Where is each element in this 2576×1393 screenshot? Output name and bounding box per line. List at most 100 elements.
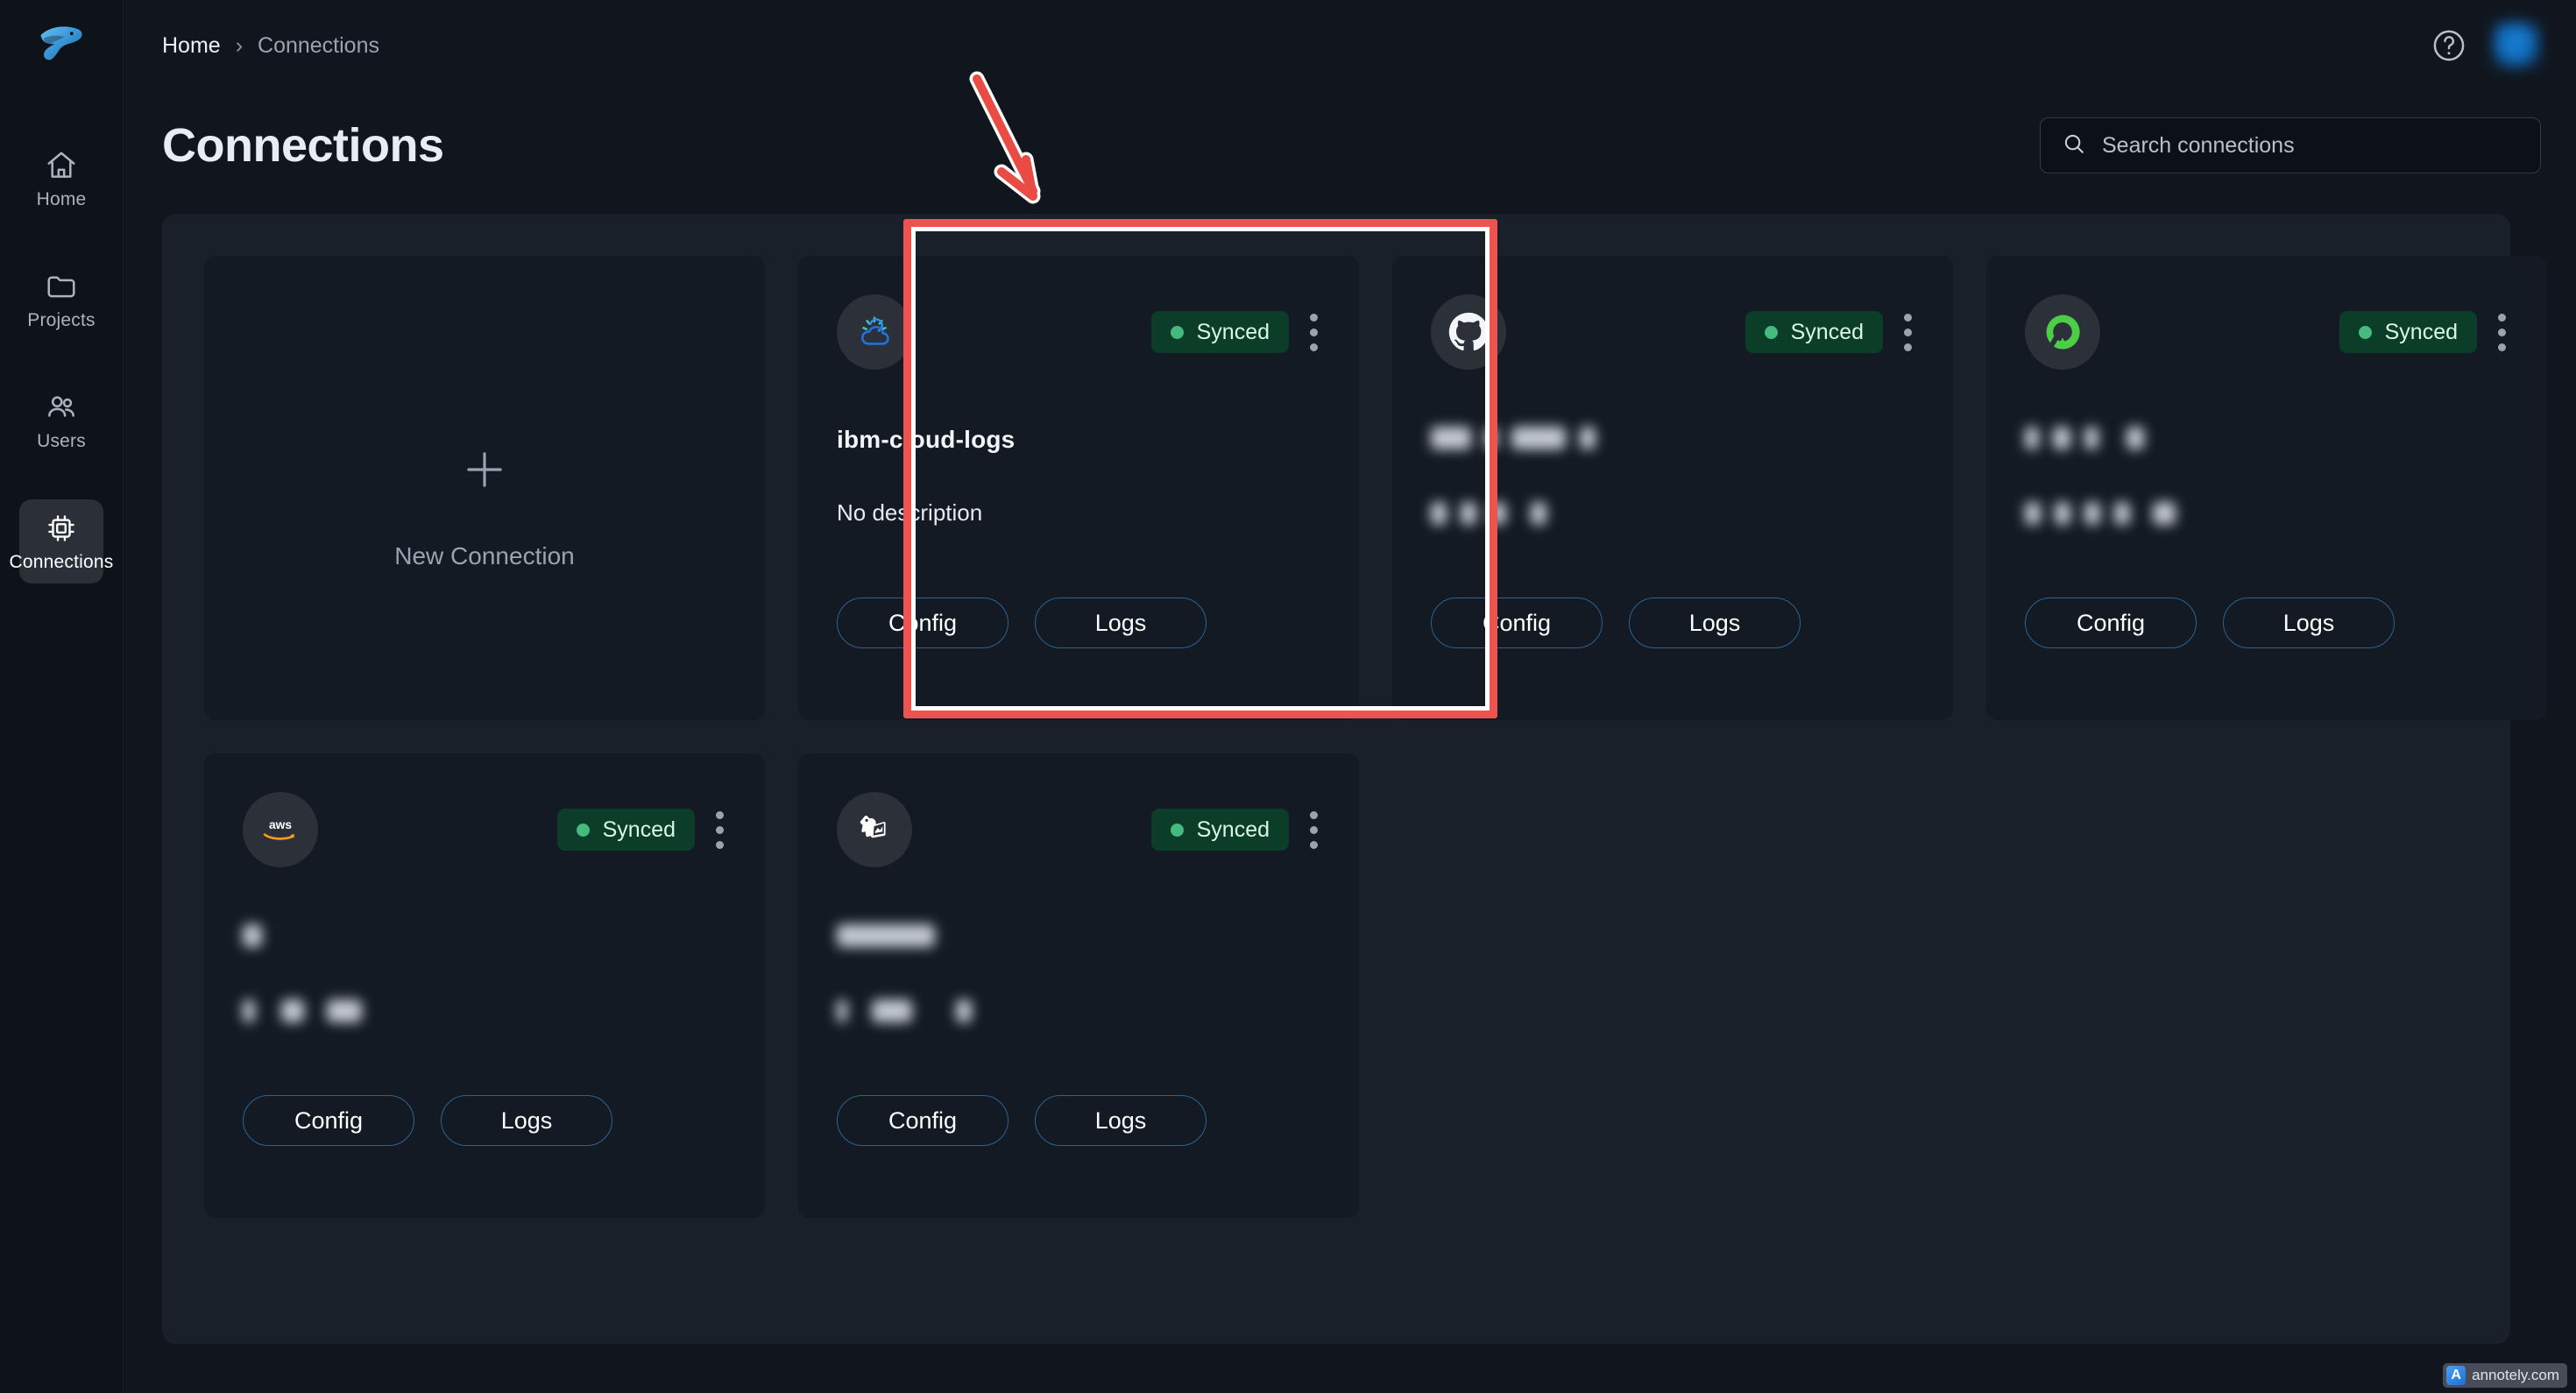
eagle-logo-icon[interactable] [31, 16, 92, 74]
card-actions: Config Logs [2025, 598, 2395, 648]
more-options-icon[interactable] [712, 807, 726, 852]
datadog-icon [837, 792, 912, 867]
card-header: Synced [2025, 294, 2509, 370]
config-button[interactable]: Config [837, 598, 1008, 648]
sidebar-item-label: Users [37, 431, 86, 451]
more-options-icon[interactable] [1306, 309, 1320, 355]
new-connection-label: New Connection [394, 542, 575, 569]
sidebar-item-label: Connections [9, 552, 114, 572]
sidebar-item-home[interactable]: Home [19, 137, 103, 221]
aws-icon: aws [243, 792, 318, 867]
breadcrumb-current: Connections [258, 32, 379, 58]
search-box[interactable] [2040, 117, 2541, 173]
card-header-actions: Synced [1150, 807, 1320, 852]
connection-card-ibm-cloud-logs[interactable]: Synced ibm-cloud-logs No description Con… [798, 256, 1359, 720]
topbar-actions [2431, 21, 2541, 70]
connection-name-redacted [243, 922, 726, 950]
app-root: Home Projects Users Connections Home › C… [0, 0, 2576, 1393]
card-actions: Config Logs [243, 1095, 612, 1146]
sidebar-item-projects[interactable]: Projects [19, 258, 103, 342]
help-circle-icon[interactable] [2431, 27, 2467, 64]
status-badge-label: Synced [1790, 319, 1864, 344]
sidebar-item-connections[interactable]: Connections [10, 499, 113, 583]
sidebar-item-users[interactable]: Users [19, 378, 103, 463]
status-dot-icon [1170, 823, 1184, 837]
card-actions: Config Logs [837, 598, 1207, 648]
status-badge: Synced [556, 809, 695, 851]
card-header: Synced [837, 294, 1320, 370]
page-title: Connections [162, 119, 444, 172]
config-button[interactable]: Config [243, 1095, 414, 1146]
connection-card-newrelic[interactable]: Synced Config Logs [1986, 256, 2547, 720]
more-options-icon[interactable] [1306, 807, 1320, 852]
connection-description-redacted [243, 999, 726, 1023]
status-badge: Synced [1150, 809, 1289, 851]
status-badge-label: Synced [2384, 319, 2458, 344]
page-header: Connections [124, 91, 2576, 187]
config-button[interactable]: Config [1431, 598, 1603, 648]
connection-description-redacted [1431, 501, 1914, 526]
connection-description: No description [837, 499, 983, 526]
card-header-actions: Synced [1150, 309, 1320, 355]
logs-button[interactable]: Logs [1035, 1095, 1207, 1146]
svg-text:aws: aws [269, 817, 292, 831]
status-badge-label: Synced [1196, 319, 1270, 344]
topbar: Home › Connections [124, 0, 2576, 91]
logs-button[interactable]: Logs [1629, 598, 1801, 648]
config-button[interactable]: Config [2025, 598, 2197, 648]
connection-name-redacted [1431, 424, 1914, 452]
connection-card-datadog[interactable]: Synced Config Logs [798, 753, 1359, 1218]
status-badge-label: Synced [1196, 817, 1270, 842]
card-header: aws Synced [243, 792, 726, 867]
status-badge: Synced [1744, 311, 1883, 353]
breadcrumb: Home › Connections [162, 33, 379, 59]
home-icon [45, 149, 78, 182]
search-icon [2062, 131, 2086, 160]
connection-name-redacted [2025, 424, 2509, 452]
logs-button[interactable]: Logs [2223, 598, 2395, 648]
watermark-text: annotely.com [2472, 1367, 2559, 1383]
new-connection-card[interactable]: New Connection [204, 256, 765, 720]
status-badge: Synced [1150, 311, 1289, 353]
avatar[interactable] [2492, 21, 2541, 70]
github-icon [1431, 294, 1506, 370]
card-header: Synced [1431, 294, 1914, 370]
connection-card-aws[interactable]: aws Synced Config Logs [204, 753, 765, 1218]
sidebar-item-label: Projects [27, 310, 96, 330]
sidebar-item-label: Home [36, 189, 87, 209]
annotely-logo-icon: A [2446, 1366, 2466, 1385]
main-content: Home › Connections Connections Search co… [124, 0, 2576, 1393]
card-header-actions: Synced [2339, 309, 2509, 355]
more-options-icon[interactable] [1900, 309, 1914, 355]
card-actions: Config Logs [1431, 598, 1801, 648]
logs-button[interactable]: Logs [1035, 598, 1207, 648]
connections-panel: New Connection Synced ibm-cloud-logs No … [162, 214, 2547, 1344]
card-actions: Config Logs [837, 1095, 1207, 1146]
status-dot-icon [1170, 325, 1184, 339]
chevron-right-icon: › [235, 32, 244, 58]
users-icon [45, 391, 78, 424]
newrelic-icon [2025, 294, 2100, 370]
connections-grid: New Connection Synced ibm-cloud-logs No … [162, 214, 2547, 1218]
logs-button[interactable]: Logs [441, 1095, 612, 1146]
search-input[interactable] [2102, 132, 2519, 159]
card-header-actions: Synced [1744, 309, 1914, 355]
status-badge: Synced [2339, 311, 2477, 353]
more-options-icon[interactable] [2495, 309, 2509, 355]
status-dot-icon [1764, 325, 1778, 339]
sidebar: Home Projects Users Connections [0, 0, 124, 1393]
connection-name-redacted [837, 922, 1320, 950]
status-badge-label: Synced [602, 817, 676, 842]
status-dot-icon [2358, 325, 2372, 339]
card-header-actions: Synced [556, 807, 726, 852]
config-button[interactable]: Config [837, 1095, 1008, 1146]
connection-description-redacted [837, 999, 1320, 1023]
connection-description-redacted [2025, 501, 2509, 526]
chip-icon [45, 512, 78, 545]
breadcrumb-home[interactable]: Home [162, 33, 221, 59]
watermark: A annotely.com [2443, 1363, 2567, 1388]
connection-card-github[interactable]: Synced Config Logs [1392, 256, 1953, 720]
folder-icon [45, 270, 78, 303]
status-dot-icon [576, 823, 590, 837]
ibm-cloud-icon [837, 294, 912, 370]
